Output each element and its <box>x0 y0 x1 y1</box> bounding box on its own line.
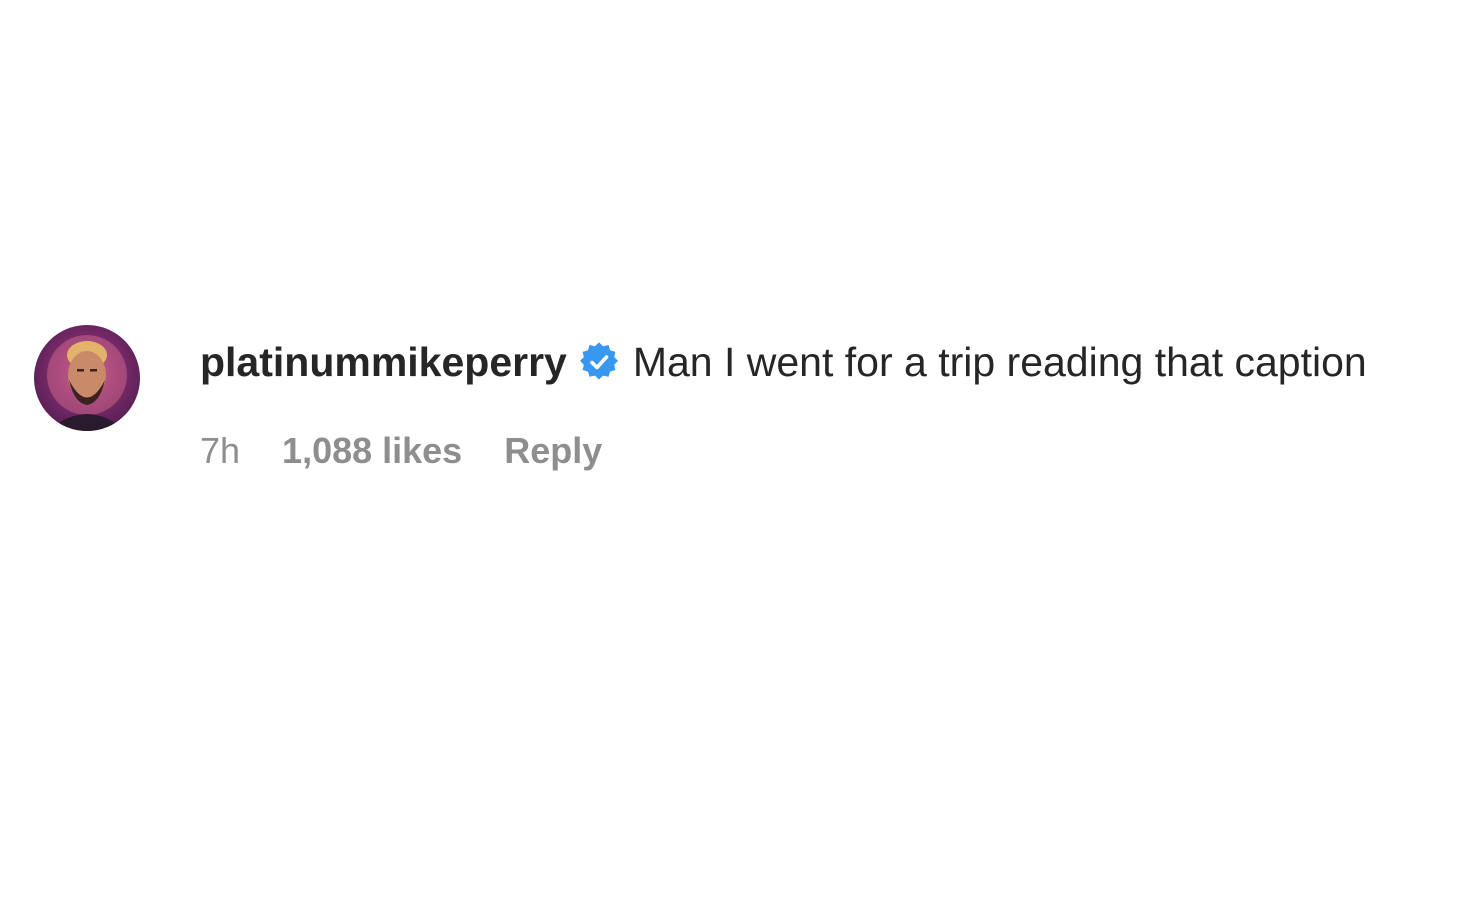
likes-count[interactable]: 1,088 likes <box>282 430 462 472</box>
comment-content: platinummikeperry Man I went for a trip r… <box>200 331 1400 394</box>
avatar[interactable] <box>34 325 140 431</box>
comment-meta: 7h 1,088 likes Reply <box>200 430 1400 472</box>
username-link[interactable]: platinummikeperry <box>200 339 567 385</box>
avatar-image <box>47 335 127 431</box>
comment-body: platinummikeperry Man I went for a trip r… <box>200 331 1400 472</box>
reply-button[interactable]: Reply <box>504 430 602 472</box>
verified-badge-icon <box>579 342 618 380</box>
comment-text: Man I went for a trip reading that capti… <box>632 339 1367 385</box>
comment-timestamp[interactable]: 7h <box>200 430 240 472</box>
